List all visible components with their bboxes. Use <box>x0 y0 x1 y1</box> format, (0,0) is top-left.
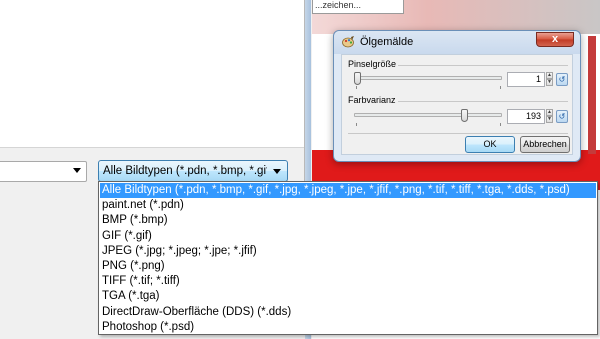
close-icon: x <box>551 33 559 45</box>
filetype-option[interactable]: GIF (*.gif) <box>100 229 596 244</box>
filetype-option[interactable]: JPEG (*.jpg; *.jpeg; *.jpe; *.jfif) <box>100 244 596 259</box>
paint-palette-icon <box>342 36 354 48</box>
brush-size-slider-track[interactable] <box>354 76 502 80</box>
filetype-option[interactable]: Photoshop (*.psd) <box>100 320 596 335</box>
coarseness-label: Farbvarianz <box>348 95 396 105</box>
spin-up-icon[interactable]: ▲ <box>546 109 553 116</box>
filetype-option[interactable]: PNG (*.png) <box>100 259 596 274</box>
slider-tick <box>356 123 357 126</box>
filetype-option[interactable]: Alle Bildtypen (*.pdn, *.bmp, *.gif, *.j… <box>100 183 596 198</box>
ok-button[interactable]: OK <box>465 136 515 153</box>
dialog-titlebar[interactable]: Ölgemälde x <box>334 31 580 54</box>
filetype-option[interactable]: TIFF (*.tif; *.tiff) <box>100 274 596 289</box>
chevron-down-icon[interactable] <box>73 168 81 173</box>
spin-up-icon[interactable]: ▲ <box>546 72 553 79</box>
separator <box>398 101 568 102</box>
coarseness-reset-button[interactable]: ↺ <box>556 110 568 123</box>
filetype-option[interactable]: TGA (*.tga) <box>100 289 596 304</box>
file-list-pane[interactable] <box>0 0 304 148</box>
brush-size-reset-button[interactable]: ↺ <box>556 73 568 86</box>
coarseness-spinner[interactable]: ▲ ▼ <box>546 109 553 124</box>
filetype-dropdown-list: Alle Bildtypen (*.pdn, *.bmp, *.gif, *.j… <box>98 181 598 335</box>
filetype-selected-value: Alle Bildtypen (*.pdn, *.bmp, *.gif, *.j… <box>103 165 267 177</box>
filename-combo[interactable] <box>0 161 87 182</box>
oil-painting-dialog: Ölgemälde x Pinselgröße 1 ▲ ▼ ↺ Farbvari… <box>333 30 581 162</box>
filetype-option[interactable]: DirectDraw-Oberfläche (DDS) (*.dds) <box>100 305 596 320</box>
coarseness-slider-thumb[interactable] <box>461 109 469 122</box>
dialog-title: Ölgemälde <box>360 36 414 48</box>
canvas-caption-box: ...zeichen... <box>312 0 404 14</box>
brush-size-label: Pinselgröße <box>348 59 397 69</box>
brush-size-input[interactable]: 1 <box>507 72 545 87</box>
spin-down-icon[interactable]: ▼ <box>546 79 553 86</box>
cancel-button[interactable]: Abbrechen <box>520 136 570 153</box>
brush-size-slider-thumb[interactable] <box>354 72 361 85</box>
coarseness-slider-track[interactable] <box>354 113 502 117</box>
reset-icon: ↺ <box>558 75 566 84</box>
spin-down-icon[interactable]: ▼ <box>546 116 553 123</box>
slider-tick <box>500 86 501 89</box>
canvas-red-edge <box>588 36 596 154</box>
separator <box>398 65 568 66</box>
reset-icon: ↺ <box>558 112 566 121</box>
separator <box>348 133 568 134</box>
coarseness-input[interactable]: 193 <box>507 109 545 124</box>
filetype-option[interactable]: BMP (*.bmp) <box>100 213 596 228</box>
canvas-caption-text: ...zeichen... <box>315 0 362 10</box>
filetype-combo[interactable]: Alle Bildtypen (*.pdn, *.bmp, *.gif, *.j… <box>98 160 288 182</box>
slider-tick <box>500 123 501 126</box>
close-button[interactable]: x <box>536 32 574 47</box>
slider-tick <box>356 86 357 89</box>
chevron-down-icon[interactable] <box>273 169 281 174</box>
filetype-option[interactable]: paint.net (*.pdn) <box>100 198 596 213</box>
brush-size-spinner[interactable]: ▲ ▼ <box>546 72 553 87</box>
